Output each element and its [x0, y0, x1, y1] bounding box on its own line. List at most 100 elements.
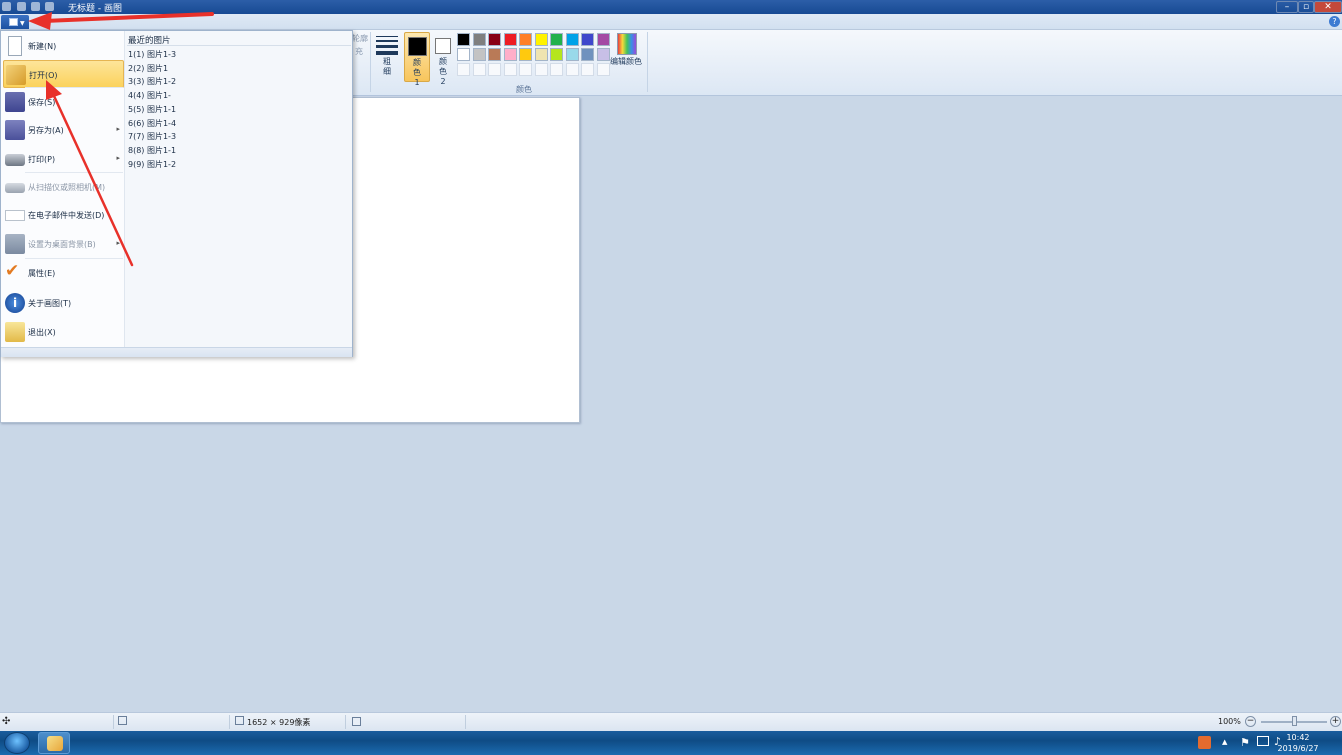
palette-color-swatch[interactable] [550, 33, 563, 46]
menu-item-printer[interactable]: 打印(P) ▸ [3, 145, 124, 173]
zoom-out-button[interactable]: − [1245, 716, 1256, 727]
custom-color-slot[interactable] [457, 63, 470, 76]
undo-icon[interactable] [31, 2, 40, 11]
palette-color-swatch[interactable] [488, 33, 501, 46]
palette-color-swatch[interactable] [596, 33, 610, 46]
menu-item-save-disk[interactable]: 保存(S) [3, 88, 124, 116]
menu-item-email[interactable]: 在电子邮件中发送(D) [3, 201, 124, 229]
clock-time[interactable]: 10:42 [1274, 733, 1322, 742]
recent-picture-item[interactable]: 6(6) 图片1-4 [128, 118, 176, 129]
clock-date[interactable]: 2019/6/27 [1274, 744, 1322, 753]
info-icon: i [5, 293, 25, 313]
open-folder-icon [6, 65, 26, 85]
close-button[interactable]: ✕ [1314, 1, 1342, 13]
recent-divider [127, 45, 351, 46]
tray-expand-icon[interactable]: ▲ [1222, 738, 1227, 746]
palette-color-swatch[interactable] [565, 48, 579, 61]
zoom-in-button[interactable]: + [1330, 716, 1341, 727]
canvas-size-icon [235, 716, 244, 725]
file-size-icon [352, 717, 361, 726]
palette-color-swatch[interactable] [581, 33, 594, 46]
recent-picture-item[interactable]: 5(5) 图片1-1 [128, 104, 176, 115]
palette-color-swatch[interactable] [457, 48, 470, 61]
recent-picture-item[interactable]: 7(7) 图片1-3 [128, 131, 176, 142]
exit-icon [5, 322, 25, 342]
network-icon[interactable] [1257, 736, 1269, 746]
input-method-icon[interactable] [1198, 736, 1211, 749]
taskbar: ▲ ⚑ ♪ 10:42 2019/6/27 [0, 731, 1342, 755]
menu-item-save-as[interactable]: 另存为(A) ▸ [3, 116, 124, 144]
palette-color-swatch[interactable] [534, 48, 548, 61]
recent-picture-item[interactable]: 8(8) 图片1-1 [128, 145, 176, 156]
size-button-label[interactable]: 粗细 [380, 57, 394, 77]
palette-color-swatch[interactable] [565, 33, 579, 46]
menu-item-checkmark[interactable]: ✔ 属性(E) [3, 259, 124, 287]
redo-icon[interactable] [45, 2, 54, 11]
status-divider [113, 715, 114, 729]
maximize-button[interactable]: ▫ [1298, 1, 1314, 13]
paint-menu-button[interactable]: ▼ [1, 15, 29, 29]
quick-save-icon[interactable] [17, 2, 26, 11]
custom-color-slot[interactable] [488, 63, 501, 76]
edit-colors-label[interactable]: 编辑颜色 [610, 57, 642, 67]
recent-picture-item[interactable]: 2(2) 图片1 [128, 63, 168, 74]
palette-color-swatch[interactable] [503, 33, 517, 46]
menu-item-label: 另存为(A) [28, 126, 64, 135]
custom-color-slot[interactable] [565, 63, 579, 76]
palette-color-swatch[interactable] [581, 48, 594, 61]
menu-item-label: 从扫描仪或照相机(M) [28, 183, 106, 192]
start-button[interactable] [4, 732, 30, 754]
color2-button[interactable]: 颜色 2 [432, 32, 456, 86]
palette-color-swatch[interactable] [519, 33, 532, 46]
recent-picture-item[interactable]: 9(9) 图片1-2 [128, 159, 176, 170]
status-divider [345, 715, 346, 729]
recent-picture-item[interactable]: 1(1) 图片1-3 [128, 49, 176, 60]
custom-color-slot[interactable] [581, 63, 594, 76]
menu-item-exit[interactable]: 退出(X) [3, 318, 124, 346]
selection-size-icon [118, 716, 127, 725]
menu-item-label: 关于画图(T) [28, 299, 72, 308]
menu-item-desktop-background[interactable]: 设置为桌面背景(B) ▸ [3, 230, 124, 258]
save-as-icon [5, 120, 25, 140]
recent-picture-item[interactable]: 4(4) 图片1- [128, 90, 171, 101]
minimize-button[interactable]: – [1276, 1, 1298, 13]
custom-color-slot[interactable] [503, 63, 517, 76]
status-divider [465, 715, 466, 729]
palette-color-swatch[interactable] [472, 48, 486, 61]
custom-color-slot[interactable] [519, 63, 532, 76]
palette-color-swatch[interactable] [472, 33, 486, 46]
menu-commands: 新建(N) 打开(O) 保存(S) 另存为(A) ▸ 打印(P) ▸ 从扫描仪或照相机(M) 在… [1, 31, 125, 347]
menu-item-new-file[interactable]: 新建(N) [3, 32, 124, 60]
edit-colors-icon[interactable] [617, 33, 637, 55]
menu-item-info[interactable]: i 关于画图(T) [3, 289, 124, 317]
notification-icon[interactable]: ⚑ [1240, 736, 1250, 749]
menu-item-open-folder[interactable]: 打开(O) [3, 60, 124, 88]
fill-button-label[interactable]: 轮廓 [352, 34, 368, 44]
palette-color-swatch[interactable] [488, 48, 501, 61]
palette-color-swatch[interactable] [596, 48, 610, 61]
zoom-slider-thumb[interactable] [1291, 716, 1297, 726]
palette-color-swatch[interactable] [534, 33, 548, 46]
menu-item-scanner[interactable]: 从扫描仪或照相机(M) [3, 173, 124, 201]
size-lines-icon[interactable] [376, 35, 398, 55]
help-icon[interactable]: ? [1329, 16, 1340, 27]
palette-color-swatch[interactable] [457, 33, 470, 46]
submenu-arrow-icon: ▸ [116, 239, 120, 247]
color1-label: 颜色 1 [413, 58, 421, 87]
palette-color-swatch[interactable] [503, 48, 517, 61]
palette-color-swatch[interactable] [550, 48, 563, 61]
menu-item-label: 打印(P) [28, 155, 56, 164]
paint-taskbar-button[interactable] [38, 732, 70, 754]
custom-color-slot[interactable] [550, 63, 563, 76]
custom-color-slot[interactable] [596, 63, 610, 76]
fill-button-label-2: 充 [355, 47, 363, 56]
color1-button[interactable]: 颜色 1 [404, 32, 430, 87]
recent-picture-item[interactable]: 3(3) 图片1-2 [128, 76, 176, 87]
custom-color-slot[interactable] [472, 63, 486, 76]
menu-footer [1, 347, 352, 357]
palette-color-swatch[interactable] [519, 48, 532, 61]
paint-app-icon[interactable] [2, 2, 11, 11]
menu-item-label: 保存(S) [28, 98, 56, 107]
colors-group-label: 颜色 [516, 85, 532, 94]
custom-color-slot[interactable] [534, 63, 548, 76]
